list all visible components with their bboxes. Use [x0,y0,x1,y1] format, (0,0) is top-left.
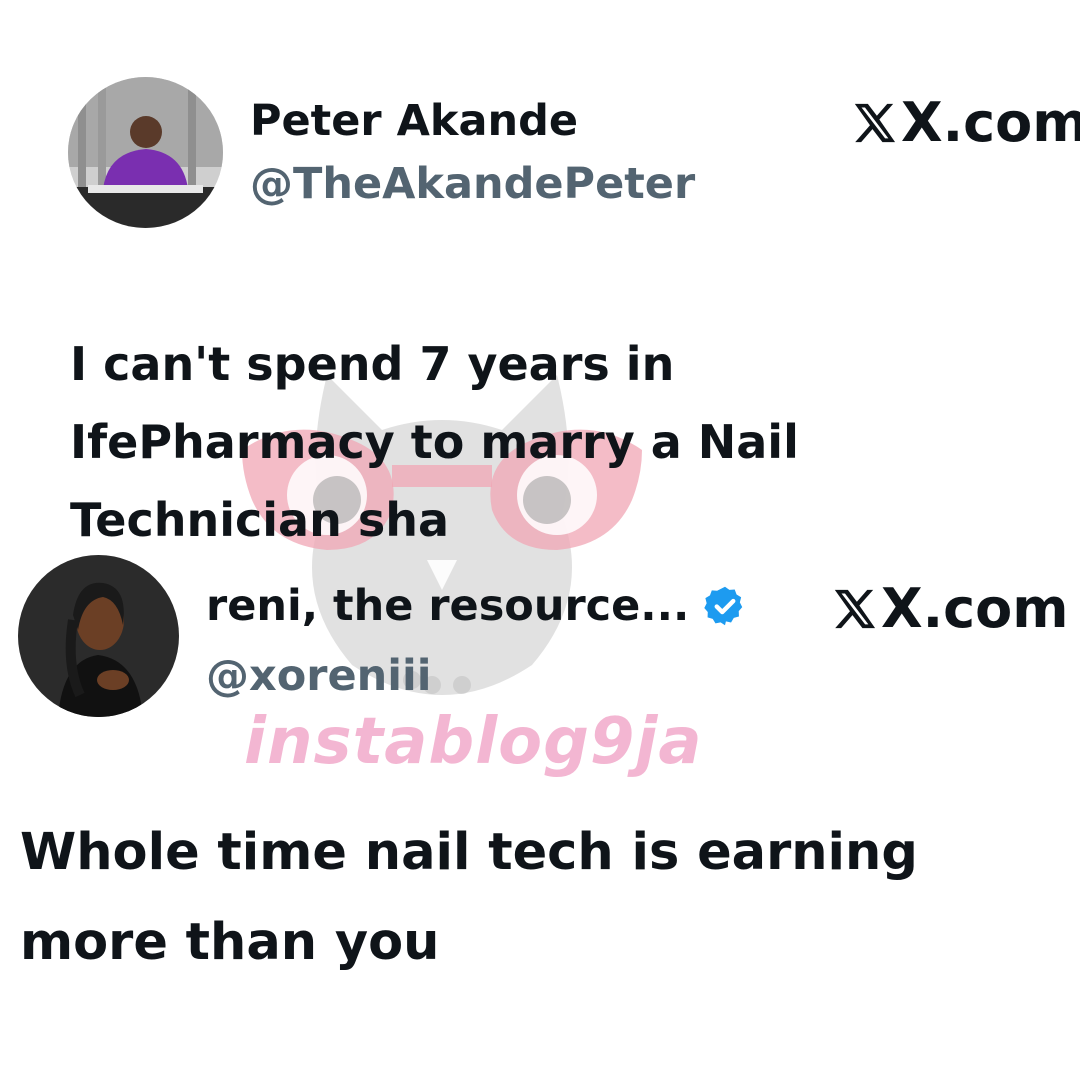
avatar[interactable] [68,77,223,228]
x-logo-icon [854,103,896,143]
tweet-text: Whole time nail tech is earning more tha… [20,823,918,972]
profile-photo-icon [68,77,223,228]
author-handle[interactable]: @xoreniii [206,655,431,698]
verified-badge-icon [704,586,743,626]
source-text: X.com [881,577,1069,640]
author-name-row[interactable]: reni, the resource... [206,584,747,628]
x-logo-icon [834,589,876,629]
author-name[interactable]: Peter Akande [250,100,578,143]
source-label: X.com [831,582,1069,636]
author-handle[interactable]: @TheAkandePeter [250,163,695,206]
avatar[interactable] [18,555,179,717]
tweet-text: I can't spend 7 years in IfePharmacy to … [70,337,799,547]
author-name[interactable]: reni, the resource... [206,584,689,628]
source-text: X.com [901,91,1080,154]
source-label: X.com [851,96,1080,150]
profile-photo-icon [18,555,179,717]
watermark-text: instablog9ja [244,705,703,779]
